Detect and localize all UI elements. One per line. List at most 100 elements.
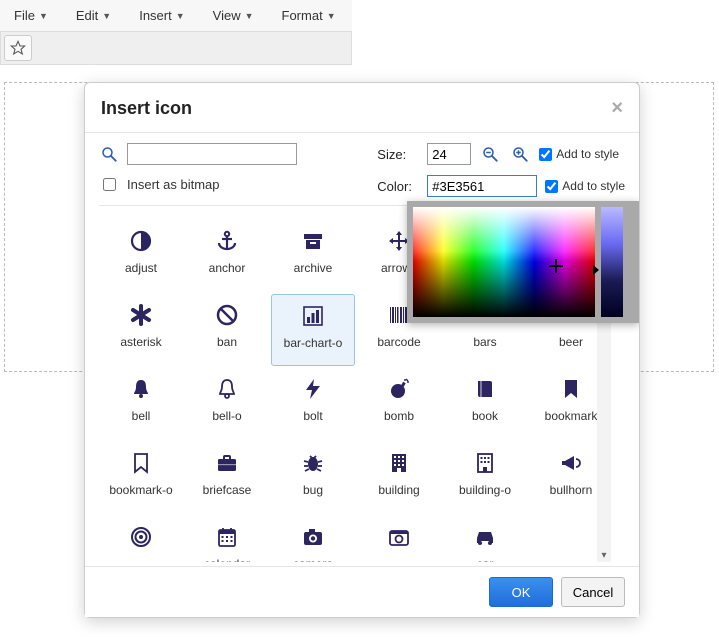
icon-cell-bug[interactable]: bug [271, 442, 355, 514]
add-to-style-size-label: Add to style [556, 147, 619, 161]
building-o-icon [470, 448, 500, 478]
bomb-icon [384, 374, 414, 404]
icon-cell-book[interactable]: book [443, 368, 527, 440]
icon-cell-bolt[interactable]: bolt [271, 368, 355, 440]
anchor-icon [212, 226, 242, 256]
zoom-out-icon [481, 145, 499, 163]
icon-cell-bomb[interactable]: bomb [357, 368, 441, 440]
icon-label: camera [293, 558, 333, 562]
icon-cell-building-o[interactable]: building-o [443, 442, 527, 514]
icon-label: ban [217, 336, 237, 350]
adjust-icon [126, 226, 156, 256]
caret-icon: ▼ [245, 11, 254, 21]
icon-label: building-o [459, 484, 511, 498]
toolbar [0, 32, 352, 65]
icon-label: bookmark [545, 410, 598, 424]
icon-cell-bell[interactable]: bell [99, 368, 183, 440]
menu-format-label: Format [282, 8, 323, 23]
icon-label: barcode [377, 336, 420, 350]
dialog-title: Insert icon [101, 98, 192, 119]
caret-icon: ▼ [176, 11, 185, 21]
caret-icon: ▼ [327, 11, 336, 21]
icon-label: asterisk [120, 336, 161, 350]
menu-edit[interactable]: Edit ▼ [68, 4, 119, 27]
briefcase-icon [212, 448, 242, 478]
book-icon [470, 374, 500, 404]
insert-icon-dialog: Insert icon × Insert as bitmap Size: [84, 82, 640, 618]
icon-cell-anchor[interactable]: anchor [185, 220, 269, 292]
icon-cell-bell-o[interactable]: bell-o [185, 368, 269, 440]
menu-view[interactable]: View ▼ [205, 4, 262, 27]
menu-file[interactable]: File ▼ [6, 4, 56, 27]
icon-cell-briefcase[interactable]: briefcase [185, 442, 269, 514]
cancel-button[interactable]: Cancel [561, 577, 625, 607]
bug-icon [298, 448, 328, 478]
icon-cell-calendar[interactable]: calendar [185, 516, 269, 562]
icon-cell-bullseye[interactable] [99, 516, 183, 562]
icon-cell-building[interactable]: building [357, 442, 441, 514]
zoom-out-button[interactable] [479, 143, 501, 165]
camera-icon [298, 522, 328, 552]
icon-label: bookmark-o [109, 484, 172, 498]
color-crosshair-icon [549, 259, 563, 273]
icon-cell-bookmark-o[interactable]: bookmark-o [99, 442, 183, 514]
icon-label: bomb [384, 410, 414, 424]
caret-icon: ▼ [102, 11, 111, 21]
car-icon [470, 522, 500, 552]
icon-cell-adjust[interactable]: adjust [99, 220, 183, 292]
ok-button[interactable]: OK [489, 577, 553, 607]
icon-cell-car[interactable]: car [443, 516, 527, 562]
icon-label: briefcase [203, 484, 252, 498]
icon-cell-asterisk[interactable]: asterisk [99, 294, 183, 366]
color-hue-slider[interactable] [601, 207, 623, 317]
icon-label: anchor [209, 262, 246, 276]
icon-label: car [477, 558, 494, 562]
icon-label: building [378, 484, 419, 498]
menu-file-label: File [14, 8, 35, 23]
color-label: Color: [377, 179, 419, 194]
icon-label: adjust [125, 262, 157, 276]
icon-cell-camera[interactable]: camera [271, 516, 355, 562]
close-icon[interactable]: × [611, 97, 623, 120]
search-icon [99, 144, 119, 164]
scroll-down-icon[interactable]: ▾ [597, 548, 611, 562]
bell-icon [126, 374, 156, 404]
icon-label: archive [294, 262, 333, 276]
bullhorn-icon [556, 448, 586, 478]
icon-label: bolt [303, 410, 322, 424]
camera-retro-icon [384, 522, 414, 552]
color-sv-panel[interactable] [413, 207, 595, 317]
icon-label: beer [559, 336, 583, 350]
add-to-style-color-checkbox[interactable] [545, 180, 558, 193]
menu-insert[interactable]: Insert ▼ [131, 4, 192, 27]
hue-arrow-icon [593, 265, 599, 275]
icon-label: bug [303, 484, 323, 498]
color-input[interactable] [427, 175, 537, 197]
menu-format[interactable]: Format ▼ [274, 4, 344, 27]
icon-label: book [472, 410, 498, 424]
icon-label: bell-o [212, 410, 241, 424]
icon-label: bar-chart-o [284, 337, 343, 351]
bar-chart-o-icon [298, 301, 328, 331]
bullseye-icon [126, 522, 156, 552]
search-input[interactable] [127, 143, 297, 165]
icon-cell-camera-retro[interactable] [357, 516, 441, 562]
bolt-icon [298, 374, 328, 404]
menu-view-label: View [213, 8, 241, 23]
size-input[interactable] [427, 143, 471, 165]
color-picker[interactable] [407, 201, 639, 323]
building-icon [384, 448, 414, 478]
zoom-in-icon [511, 145, 529, 163]
icon-label: bars [473, 336, 496, 350]
star-button[interactable] [4, 35, 32, 61]
icon-cell-bar-chart-o[interactable]: bar-chart-o [271, 294, 355, 366]
ban-icon [212, 300, 242, 330]
icon-cell-ban[interactable]: ban [185, 294, 269, 366]
archive-icon [298, 226, 328, 256]
add-to-style-size-checkbox[interactable] [539, 148, 552, 161]
zoom-in-button[interactable] [509, 143, 531, 165]
icon-label: bullhorn [550, 484, 593, 498]
icon-label: bell [132, 410, 151, 424]
icon-cell-archive[interactable]: archive [271, 220, 355, 292]
insert-bitmap-checkbox[interactable] [103, 178, 116, 191]
